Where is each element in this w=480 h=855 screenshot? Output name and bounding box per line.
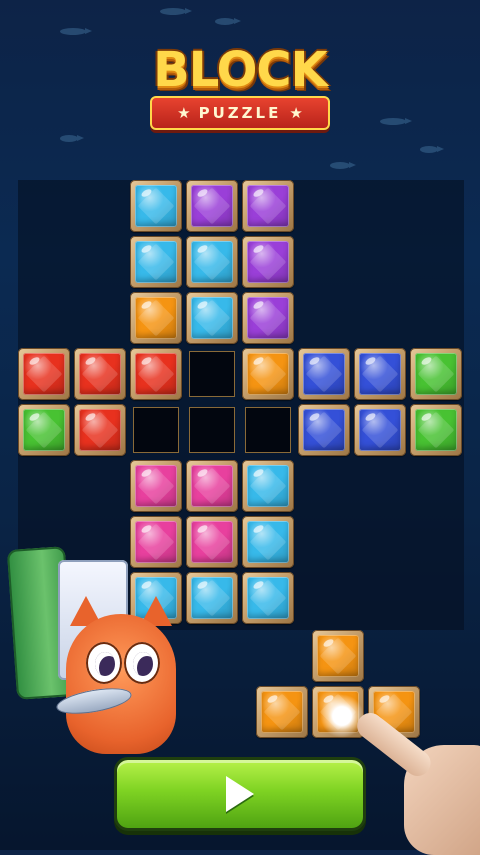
gem-cyan (247, 521, 289, 563)
gem-orange (317, 635, 359, 677)
star-icon: ★ (289, 104, 303, 122)
gem-purple (247, 241, 289, 283)
cat-eye (124, 642, 160, 684)
board-block-cyan (186, 572, 238, 624)
board-block-blue (298, 348, 350, 400)
board-block-green (410, 404, 462, 456)
gem-cyan (191, 577, 233, 619)
gem-orange (135, 297, 177, 339)
empty-board-slot[interactable] (189, 351, 235, 397)
board-block-purple (242, 180, 294, 232)
board-block-blue (354, 404, 406, 456)
cat-eye (86, 642, 122, 684)
board-block-cyan (130, 236, 182, 288)
logo-title: BLOCK (153, 42, 328, 98)
board-block-purple (186, 180, 238, 232)
gem-cyan (247, 577, 289, 619)
board-block-green (410, 348, 462, 400)
gem-purple (247, 297, 289, 339)
gem-red (79, 409, 121, 451)
gem-cyan (247, 465, 289, 507)
board-block-cyan (186, 236, 238, 288)
board-block-red (74, 348, 126, 400)
board-block-purple (242, 292, 294, 344)
gem-red (135, 353, 177, 395)
gem-orange (261, 691, 303, 733)
game-logo: BLOCK ★ PUZZLE ★ (142, 42, 338, 132)
gem-cyan (191, 297, 233, 339)
play-icon (226, 776, 254, 812)
gem-pink (191, 521, 233, 563)
gem-blue (359, 409, 401, 451)
empty-board-slot[interactable] (133, 407, 179, 453)
board-block-pink (130, 460, 182, 512)
board-block-green (18, 404, 70, 456)
board-block-pink (186, 516, 238, 568)
pointing-hand-icon (351, 705, 480, 855)
gem-green (415, 353, 457, 395)
empty-board-slot[interactable] (189, 407, 235, 453)
board-block-cyan (130, 180, 182, 232)
gem-cyan (135, 241, 177, 283)
board-block-cyan (186, 292, 238, 344)
board-block-pink (186, 460, 238, 512)
board-block-orange (242, 348, 294, 400)
board-block-cyan (242, 516, 294, 568)
gem-blue (303, 353, 345, 395)
star-icon: ★ (177, 104, 191, 122)
cat-body (66, 614, 176, 754)
board-block-orange (130, 292, 182, 344)
piece-block-orange[interactable] (312, 630, 364, 682)
board-block-pink (130, 516, 182, 568)
logo-ribbon: ★ PUZZLE ★ (150, 96, 330, 130)
gem-blue (359, 353, 401, 395)
gem-blue (303, 409, 345, 451)
gem-cyan (135, 185, 177, 227)
gem-orange (247, 353, 289, 395)
play-button[interactable] (114, 757, 366, 831)
gem-red (23, 353, 65, 395)
board-block-blue (298, 404, 350, 456)
piece-block-orange[interactable] (256, 686, 308, 738)
gem-purple (247, 185, 289, 227)
gem-red (79, 353, 121, 395)
board-block-red (74, 404, 126, 456)
gem-green (415, 409, 457, 451)
board-block-blue (354, 348, 406, 400)
logo-subtitle: PUZZLE (198, 104, 282, 122)
board-block-cyan (242, 460, 294, 512)
board-block-red (130, 348, 182, 400)
gem-pink (191, 465, 233, 507)
empty-board-slot[interactable] (245, 407, 291, 453)
gem-green (23, 409, 65, 451)
gem-cyan (191, 241, 233, 283)
board-block-red (18, 348, 70, 400)
board-block-purple (242, 236, 294, 288)
gem-pink (135, 465, 177, 507)
board-block-cyan (242, 572, 294, 624)
gem-pink (135, 521, 177, 563)
gem-purple (191, 185, 233, 227)
